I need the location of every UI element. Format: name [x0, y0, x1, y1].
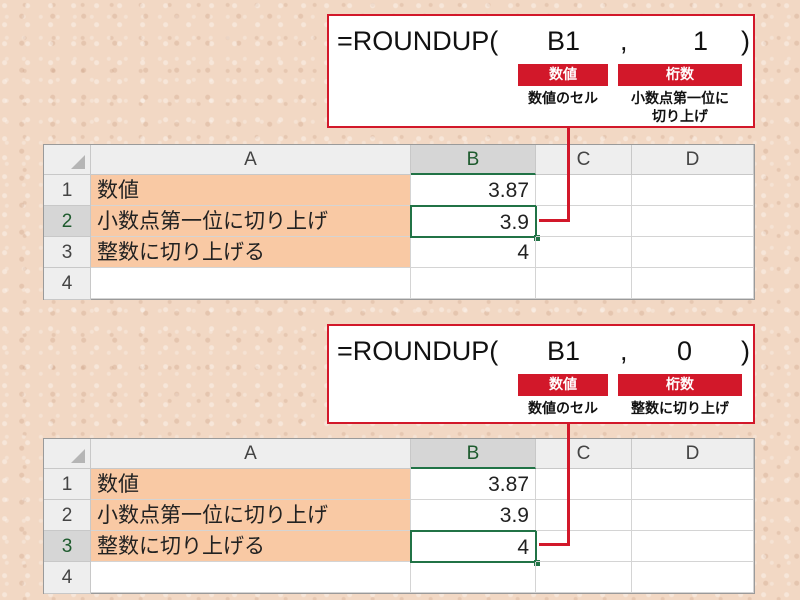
- cell-b3-active[interactable]: 4: [410, 530, 537, 563]
- leader-line-horizontal: [539, 543, 570, 546]
- example-panel-1: =ROUNDUP( B1 , 1 ) 数値 桁数 数値のセル 小数点第一位に 切…: [0, 0, 800, 300]
- row-header-4[interactable]: 4: [44, 268, 91, 300]
- cell-c1[interactable]: [536, 469, 632, 500]
- select-all-corner[interactable]: [44, 145, 91, 175]
- tag-number: 数値: [518, 64, 608, 86]
- tag-digits: 桁数: [618, 64, 742, 86]
- row-header-4[interactable]: 4: [44, 562, 91, 594]
- cell-c3[interactable]: [536, 237, 632, 268]
- select-all-triangle-icon: [71, 449, 85, 463]
- cell-d2[interactable]: [632, 206, 754, 237]
- column-header-b[interactable]: B: [411, 145, 536, 175]
- cell-a1[interactable]: 数値: [91, 175, 411, 206]
- cell-a1[interactable]: 数値: [91, 469, 411, 500]
- cell-a4[interactable]: [91, 268, 411, 299]
- cell-c2[interactable]: [536, 500, 632, 531]
- leader-line-vertical: [567, 126, 570, 222]
- cell-c4[interactable]: [536, 268, 632, 299]
- cell-b4[interactable]: [411, 562, 536, 593]
- row-header-2[interactable]: 2: [44, 206, 91, 237]
- formula-arg-digits: 0: [677, 336, 693, 366]
- leader-line-horizontal: [539, 219, 570, 222]
- cell-b4[interactable]: [411, 268, 536, 299]
- select-all-triangle-icon: [71, 155, 85, 169]
- leader-line-vertical: [567, 422, 570, 546]
- cell-d4[interactable]: [632, 268, 754, 299]
- formula-comma: ,: [620, 336, 628, 366]
- formula-text: =ROUNDUP( B1 , 0 ): [337, 332, 750, 372]
- cell-c4[interactable]: [536, 562, 632, 593]
- desc-digits: 整数に切り上げ: [615, 400, 745, 418]
- formula-callout: =ROUNDUP( B1 , 0 ) 数値 桁数 数値のセル 整数に切り上げ: [327, 324, 755, 424]
- formula-text: =ROUNDUP( B1 , 1 ): [337, 22, 750, 62]
- row-header-1[interactable]: 1: [44, 469, 91, 500]
- tag-digits: 桁数: [618, 374, 742, 396]
- cell-b2-active[interactable]: 3.9: [410, 205, 537, 238]
- cell-b1[interactable]: 3.87: [411, 469, 536, 500]
- row-header-3[interactable]: 3: [44, 237, 91, 268]
- formula-function: =ROUNDUP(: [337, 26, 499, 56]
- column-header-d[interactable]: D: [632, 145, 754, 175]
- cell-d4[interactable]: [632, 562, 754, 593]
- desc-digits-line1: 整数に切り上げ: [631, 401, 729, 417]
- column-header-d[interactable]: D: [632, 439, 754, 469]
- formula-arg-number: B1: [547, 26, 581, 56]
- spreadsheet: A B C D 1 2 3 4 数値 小数点第一位に切り上げ 整数に切り上げる …: [43, 144, 755, 300]
- formula-arg-digits: 1: [693, 26, 709, 56]
- row-header-2[interactable]: 2: [44, 500, 91, 531]
- desc-digits-line1: 小数点第一位に: [631, 91, 729, 107]
- cell-a2[interactable]: 小数点第一位に切り上げ: [91, 500, 411, 531]
- tag-number: 数値: [518, 374, 608, 396]
- desc-number: 数値のセル: [528, 91, 598, 107]
- desc-digits: 小数点第一位に 切り上げ: [615, 90, 745, 126]
- formula-arg-number: B1: [547, 336, 581, 366]
- formula-close-paren: ): [741, 26, 750, 56]
- cell-c1[interactable]: [536, 175, 632, 206]
- select-all-corner[interactable]: [44, 439, 91, 469]
- spreadsheet: A B C D 1 2 3 4 数値 小数点第一位に切り上げ 整数に切り上げる …: [43, 438, 755, 594]
- cell-d1[interactable]: [632, 175, 754, 206]
- desc-digits-line2: 切り上げ: [652, 109, 708, 125]
- cell-b2[interactable]: 3.9: [411, 500, 536, 531]
- formula-close-paren: ): [741, 336, 750, 366]
- cell-c3[interactable]: [536, 531, 632, 562]
- desc-number: 数値のセル: [528, 401, 598, 417]
- row-header-3[interactable]: 3: [44, 531, 91, 562]
- column-header-c[interactable]: C: [536, 145, 632, 175]
- example-panel-2: =ROUNDUP( B1 , 0 ) 数値 桁数 数値のセル 整数に切り上げ A…: [0, 300, 800, 600]
- formula-comma: ,: [620, 26, 628, 56]
- column-header-b[interactable]: B: [411, 439, 536, 469]
- cell-a3[interactable]: 整数に切り上げる: [91, 237, 411, 268]
- column-header-c[interactable]: C: [536, 439, 632, 469]
- formula-callout: =ROUNDUP( B1 , 1 ) 数値 桁数 数値のセル 小数点第一位に 切…: [327, 14, 755, 128]
- row-header-1[interactable]: 1: [44, 175, 91, 206]
- cell-d2[interactable]: [632, 500, 754, 531]
- formula-function: =ROUNDUP(: [337, 336, 499, 366]
- cell-a2[interactable]: 小数点第一位に切り上げ: [91, 206, 411, 237]
- cell-b1[interactable]: 3.87: [411, 175, 536, 206]
- cell-a4[interactable]: [91, 562, 411, 593]
- column-header-a[interactable]: A: [91, 145, 411, 175]
- cell-d1[interactable]: [632, 469, 754, 500]
- cell-b3[interactable]: 4: [411, 237, 536, 268]
- cell-a3[interactable]: 整数に切り上げる: [91, 531, 411, 562]
- cell-d3[interactable]: [632, 237, 754, 268]
- column-header-a[interactable]: A: [91, 439, 411, 469]
- cell-d3[interactable]: [632, 531, 754, 562]
